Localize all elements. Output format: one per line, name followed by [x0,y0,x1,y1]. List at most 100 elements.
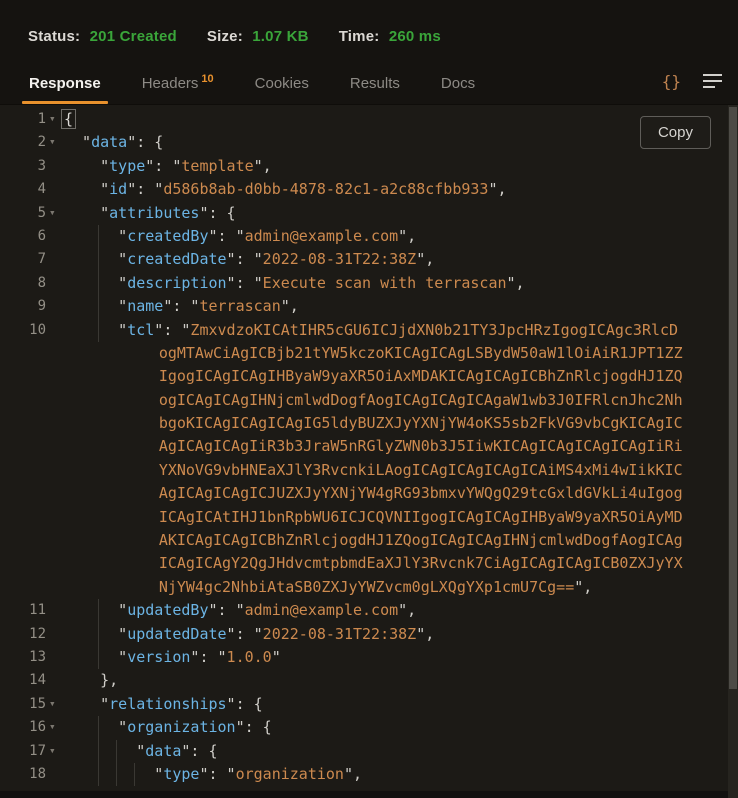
code-line: 13"version": "1.0.0" [0,646,738,669]
line-number: 7 [0,248,46,271]
json-punctuation: ": { [199,204,235,222]
line-number: 9 [0,295,46,318]
code-text: "description": "Execute scan with terras… [64,272,738,295]
status-group: Status: 201 Created [28,28,177,45]
copy-button[interactable]: Copy [640,116,711,149]
time-group: Time: 260 ms [339,28,441,45]
code-line: 8"description": "Execute scan with terra… [0,272,738,295]
json-punctuation: " [118,227,127,245]
json-key: organization [127,718,235,736]
code-text: ogICAgICAgIHNjcmlwdDogfAogICAgICAgICAgaW… [64,389,738,412]
json-string-value: ogMTAwCiAgICBjb21tYW5kczoKICAgICAgLSBydW… [159,344,683,362]
json-string-value: NjYW4gc2NhbiAtaSB0ZXJyYWZvcm0gLXQgYXp1cm… [159,578,574,596]
collapse-arrow-icon[interactable]: ▾ [49,107,56,130]
time-value: 260 ms [389,28,441,45]
indent-guide [98,599,99,622]
tab-label: Cookies [255,75,309,92]
json-string-value: ZmxvdzoKICAtIHR5cGU6ICJjdXN0b21TY3JpcHRz… [190,321,678,339]
json-punctuation: ", [398,227,416,245]
code-text: { [64,108,738,131]
json-string-value: ICAgICAtIHJ1bnRpbWU6ICJCQVNIIgogICAgICAg… [159,508,683,526]
tab-bar: Response Headers10 Cookies Results Docs {} [0,52,738,104]
json-punctuation: " [100,204,109,222]
json-punctuation: " [118,297,127,315]
code-line: 17▾"data": { [0,740,738,763]
json-string-value: organization [236,765,344,783]
line-number: 5 [0,202,46,225]
json-string-value: 2022-08-31T22:38Z [263,625,417,643]
indent-guide [98,716,99,739]
indent-guide [116,763,117,786]
tab-docs[interactable]: Docs [434,75,482,104]
line-number: 18 [0,763,46,786]
json-punctuation: ": " [227,274,263,292]
vertical-scrollbar-thumb[interactable] [729,107,737,689]
code-text: IgogICAgICAgIHByaW9yaXR5OiAxMDAKICAgICAg… [64,365,738,388]
code-line-wrap: IgogICAgICAgIHByaW9yaXR5OiAxMDAKICAgICAg… [0,365,738,388]
json-key: name [127,297,163,315]
json-punctuation: ": " [208,227,244,245]
line-number: 12 [0,623,46,646]
line-number: 2 [0,131,46,154]
tab-results[interactable]: Results [343,75,407,104]
code-line: 16▾"organization": { [0,716,738,739]
code-line-wrap: ICAgICAtIHJ1bnRpbWU6ICJCQVNIIgogICAgICAg… [0,506,738,529]
json-string-value: d586b8ab-d0bb-4878-82c1-a2c88cfbb933 [163,180,488,198]
braces-icon[interactable]: {} [662,72,681,91]
json-string-value: AgICAgICAgICJUZXJyYXNjYW4gRG93bmxvYWQgQ2… [159,484,683,502]
tab-headers[interactable]: Headers10 [135,75,221,104]
collapse-arrow-icon[interactable]: ▾ [49,739,56,762]
collapse-arrow-icon[interactable]: ▾ [49,692,56,715]
tab-bar-icons: {} [662,68,722,94]
code-line: 11"updatedBy": "admin@example.com", [0,599,738,622]
json-key: createdBy [127,227,208,245]
json-punctuation: " [272,648,281,666]
size-label: Size: [207,28,243,45]
code-line-wrap: AgICAgICAgIiR3b3JraW5nRGlyZWN0b3J5IiwKIC… [0,435,738,458]
wrap-lines-icon[interactable] [703,68,722,94]
code-line: 2▾"data": { [0,131,738,154]
vertical-scrollbar[interactable] [728,105,738,798]
collapse-arrow-icon[interactable]: ▾ [49,130,56,153]
json-punctuation: " [118,625,127,643]
code-text: "tcl": "ZmxvdzoKICAtIHR5cGU6ICJjdXN0b21T… [64,319,738,342]
size-value: 1.07 KB [252,28,308,45]
json-punctuation: ": { [181,742,217,760]
code-text: "id": "d586b8ab-d0bb-4878-82c1-a2c88cfbb… [64,178,738,201]
code-line: 5▾"attributes": { [0,202,738,225]
json-punctuation: ", [344,765,362,783]
json-punctuation: " [82,133,91,151]
code-line-wrap: ogICAgICAgIHNjcmlwdDogfAogICAgICAgICAgaW… [0,389,738,412]
collapse-arrow-icon[interactable]: ▾ [49,715,56,738]
json-key: data [91,133,127,151]
line-number: 3 [0,155,46,178]
json-string-value: 2022-08-31T22:38Z [263,250,417,268]
headers-count-badge: 10 [201,73,213,85]
json-punctuation: ", [416,250,434,268]
json-string-value: bgoKICAgICAgICAgIG5ldyBUZXJyYXNjYW4oKS5s… [159,414,683,432]
size-group: Size: 1.07 KB [207,28,309,45]
json-punctuation: " [100,157,109,175]
indent-guide [98,295,99,318]
code-text: "createdDate": "2022-08-31T22:38Z", [64,248,738,271]
code-text: NjYW4gc2NhbiAtaSB0ZXJyYWZvcm0gLXQgYXp1cm… [64,576,738,599]
tab-cookies[interactable]: Cookies [248,75,316,104]
json-punctuation: ": " [127,180,163,198]
code-line: 15▾"relationships": { [0,693,738,716]
json-punctuation: ", [281,297,299,315]
code-line: 10"tcl": "ZmxvdzoKICAtIHR5cGU6ICJjdXN0b2… [0,319,738,342]
json-key: updatedDate [127,625,226,643]
code-text: YXNoVG9vbHNEaXJlY3RvcnkiLAogICAgICAgICAg… [64,459,738,482]
tab-label: Docs [441,75,475,92]
json-key: type [163,765,199,783]
json-string-value: 1.0.0 [227,648,272,666]
horizontal-scrollbar[interactable] [0,791,728,798]
json-punctuation: " [118,601,127,619]
code-text: AgICAgICAgIiR3b3JraW5nRGlyZWN0b3J5IiwKIC… [64,435,738,458]
json-punctuation: ": " [199,765,235,783]
code-line-wrap: NjYW4gc2NhbiAtaSB0ZXJyYWZvcm0gLXQgYXp1cm… [0,576,738,599]
collapse-arrow-icon[interactable]: ▾ [49,201,56,224]
json-punctuation: }, [100,671,118,689]
tab-response[interactable]: Response [22,75,108,104]
json-punctuation: ": { [236,718,272,736]
